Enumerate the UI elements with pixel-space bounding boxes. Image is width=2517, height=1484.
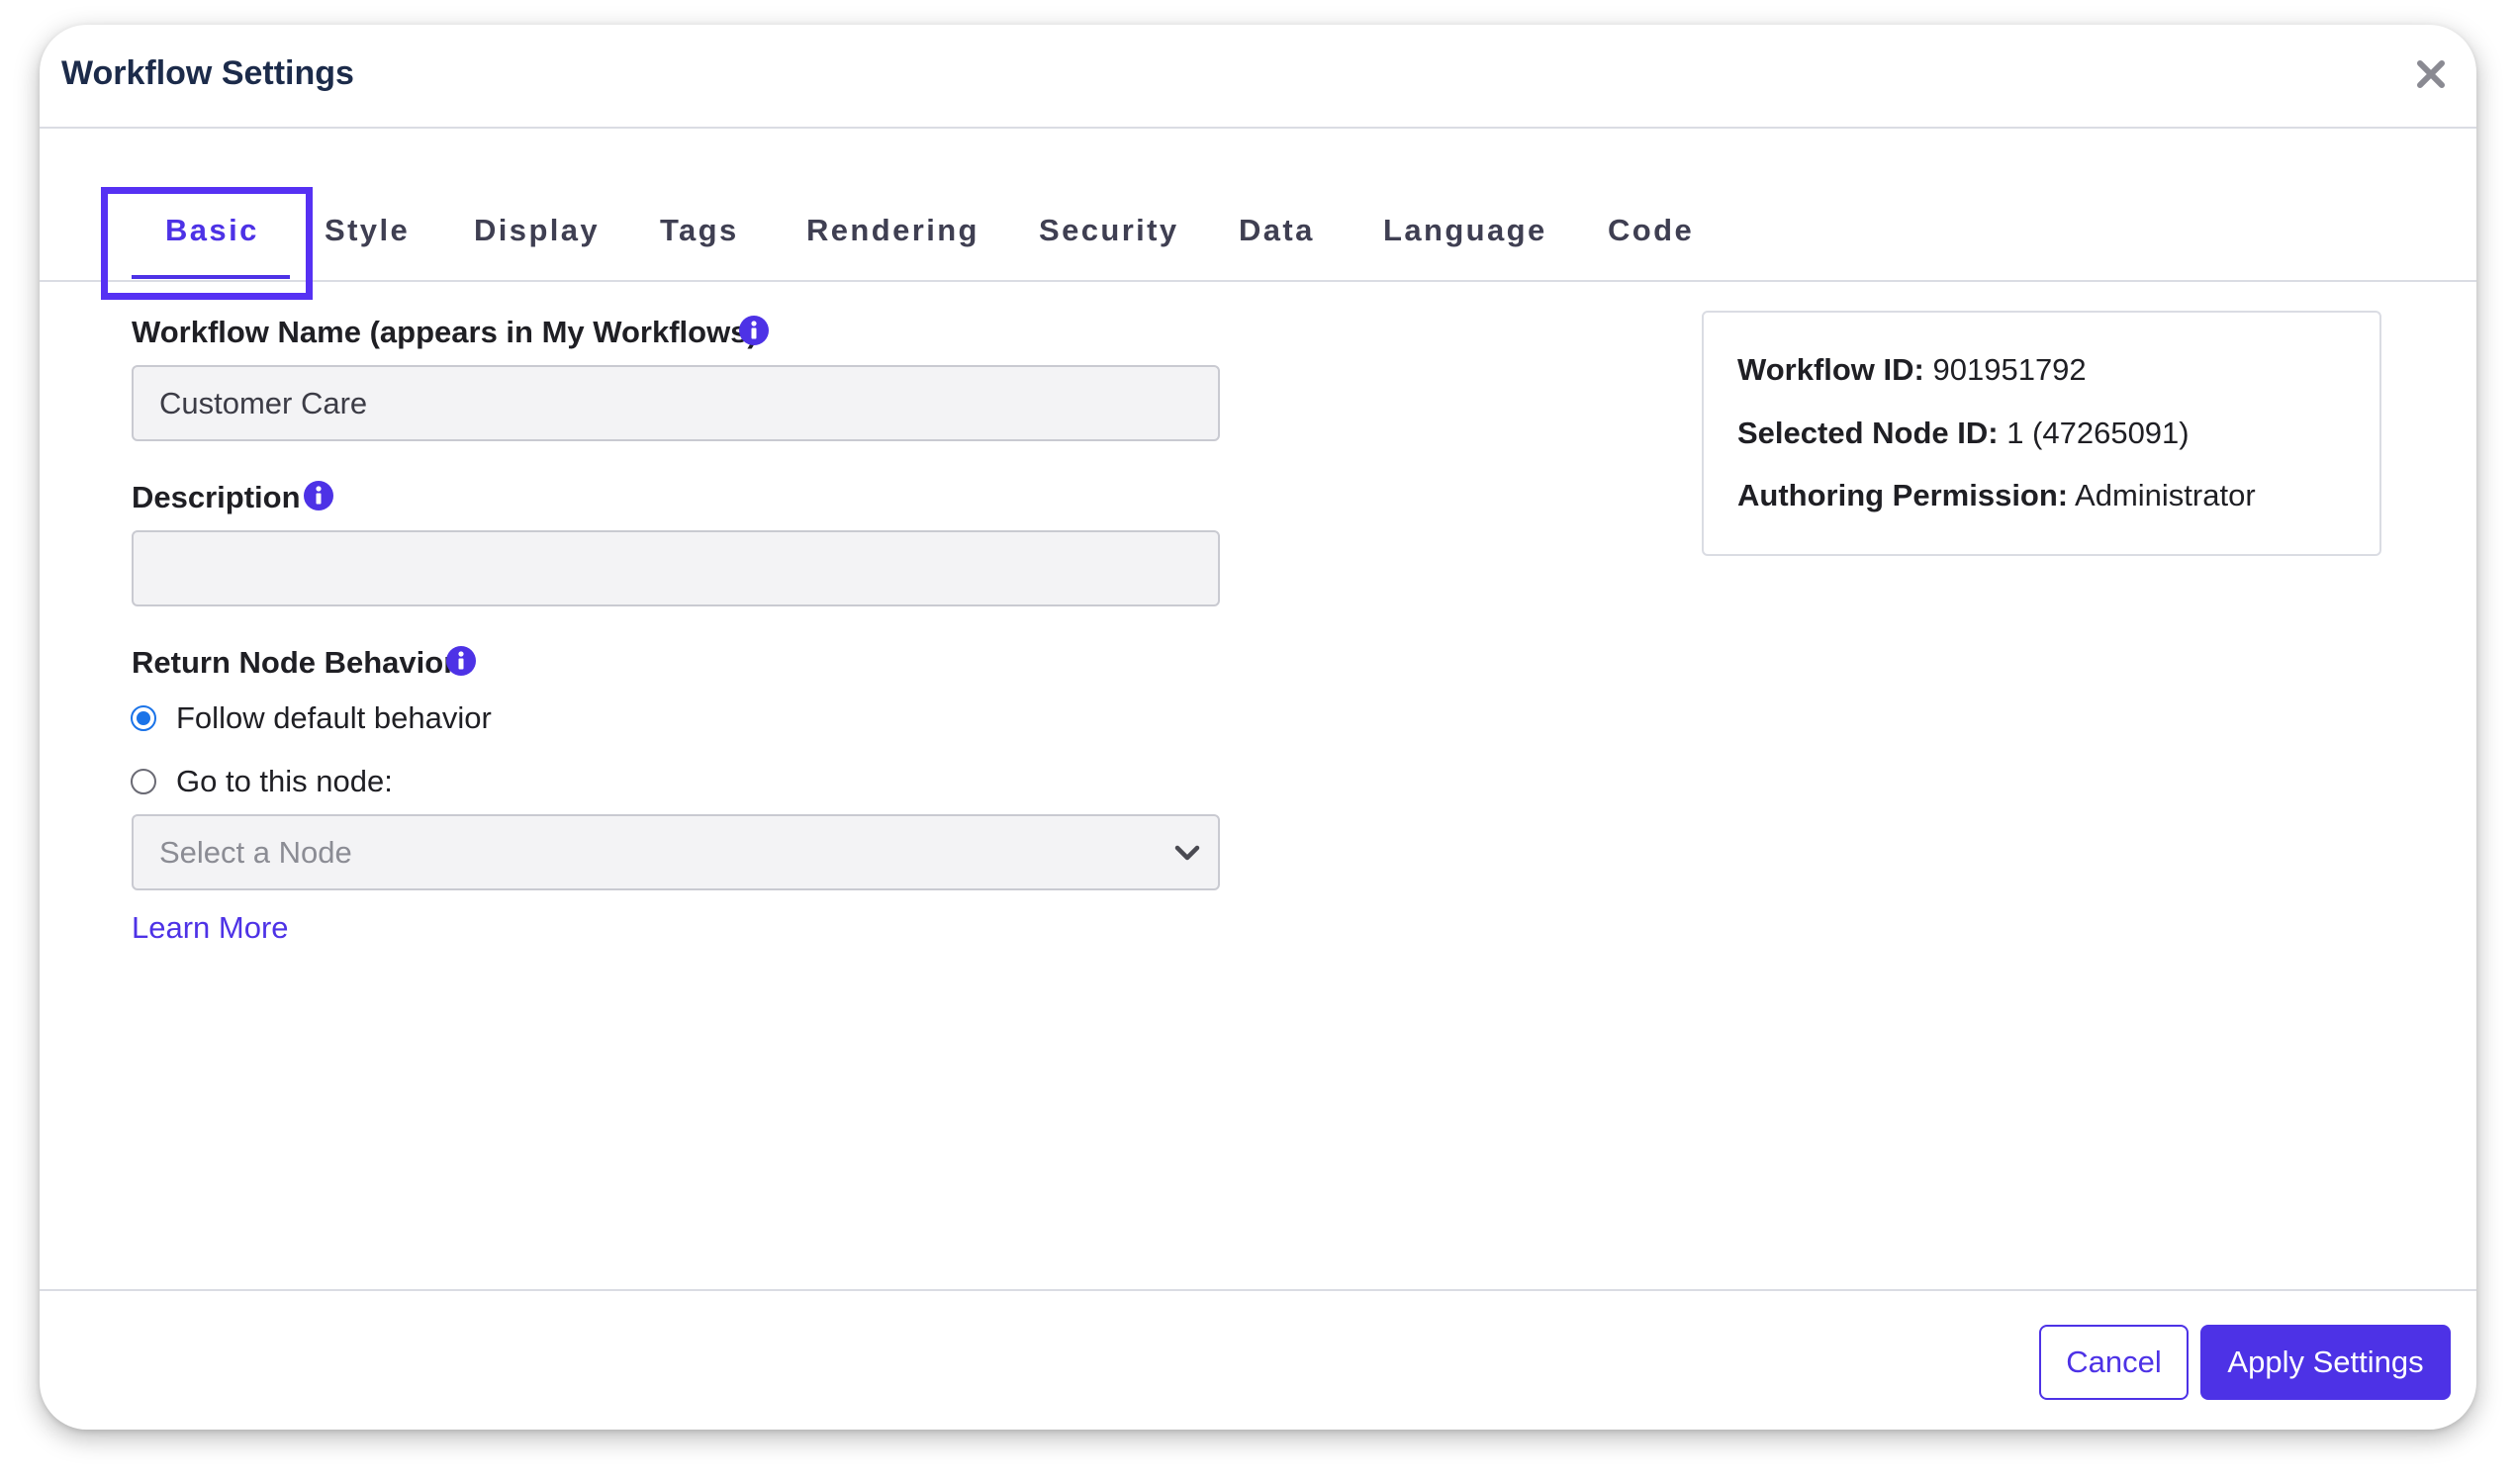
cancel-button[interactable]: Cancel — [2039, 1325, 2189, 1400]
workflow-name-label: Workflow Name (appears in My Workflows) — [132, 315, 758, 349]
dialog-title: Workflow Settings — [61, 54, 354, 92]
tab-tags[interactable]: Tags — [660, 213, 739, 248]
description-input[interactable] — [132, 530, 1220, 606]
workflow-info-panel: Workflow ID: 901951792 Selected Node ID:… — [1702, 311, 2381, 556]
dialog-header: Workflow Settings — [40, 25, 2476, 129]
close-button[interactable] — [2411, 54, 2451, 94]
footer-divider — [40, 1289, 2476, 1291]
workflow-settings-dialog: Workflow Settings Basic Style Display Ta… — [40, 25, 2476, 1430]
tab-style[interactable]: Style — [325, 213, 410, 248]
workflow-name-input[interactable]: Customer Care — [132, 365, 1220, 441]
chevron-down-icon — [1174, 845, 1200, 861]
selected-node-id-value: 1 (47265091) — [2006, 416, 2190, 450]
tab-data[interactable]: Data — [1239, 213, 1315, 248]
workflow-id-row: Workflow ID: 901951792 — [1737, 352, 2087, 388]
info-icon[interactable] — [445, 645, 477, 677]
radio-go-to-node[interactable]: Go to this node: — [131, 764, 393, 799]
tab-bar: Basic Style Display Tags Rendering Secur… — [40, 129, 2476, 300]
tab-basic[interactable]: Basic — [165, 213, 259, 248]
authoring-permission-label: Authoring Permission: — [1737, 478, 2069, 512]
node-select-dropdown[interactable]: Select a Node — [132, 814, 1220, 890]
active-tab-underline — [132, 275, 290, 279]
info-icon[interactable] — [738, 315, 770, 346]
return-node-behavior-label: Return Node Behavior — [132, 645, 456, 680]
tab-display[interactable]: Display — [474, 213, 600, 248]
workflow-id-label: Workflow ID: — [1737, 352, 1924, 387]
selected-node-id-label: Selected Node ID: — [1737, 416, 1999, 450]
radio-button-checked[interactable] — [131, 705, 156, 731]
info-icon[interactable] — [303, 480, 334, 511]
selected-node-id-row: Selected Node ID: 1 (47265091) — [1737, 416, 2190, 451]
authoring-permission-row: Authoring Permission: Administrator — [1737, 478, 2256, 513]
radio-go-to-node-label: Go to this node: — [176, 764, 393, 798]
radio-follow-default[interactable]: Follow default behavior — [131, 700, 492, 736]
description-label: Description — [132, 480, 301, 514]
workflow-id-value: 901951792 — [1932, 352, 2087, 387]
tab-language[interactable]: Language — [1383, 213, 1547, 248]
close-icon — [2417, 60, 2445, 88]
tab-security[interactable]: Security — [1039, 213, 1179, 248]
tab-rendering[interactable]: Rendering — [806, 213, 979, 248]
radio-follow-default-label: Follow default behavior — [176, 700, 492, 735]
apply-settings-button[interactable]: Apply Settings — [2200, 1325, 2451, 1400]
learn-more-link[interactable]: Learn More — [132, 910, 289, 946]
node-select-placeholder: Select a Node — [159, 834, 352, 870]
tab-code[interactable]: Code — [1608, 213, 1694, 248]
workflow-name-value: Customer Care — [159, 385, 368, 420]
authoring-permission-value: Administrator — [2075, 478, 2256, 512]
radio-button-unchecked[interactable] — [131, 769, 156, 794]
